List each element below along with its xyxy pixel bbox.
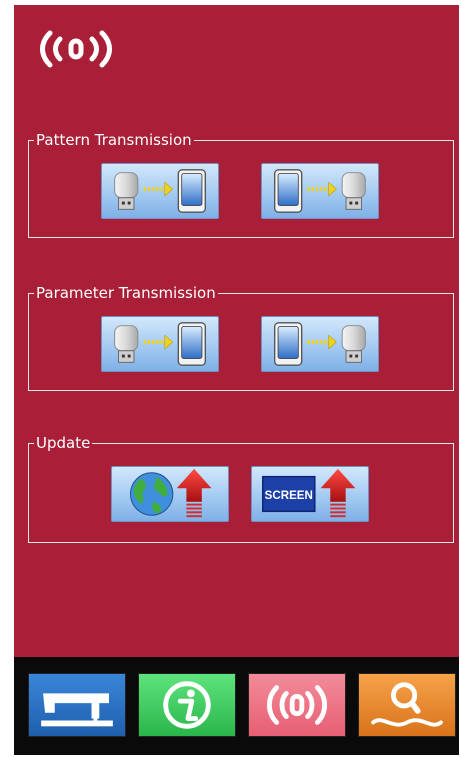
screen-label: SCREEN: [265, 490, 313, 502]
pattern-panel-to-usb-button[interactable]: [261, 163, 379, 219]
sewing-machine-icon: [41, 693, 113, 727]
wireless-signal-icon: [36, 27, 116, 71]
main-panel: Pattern Transmission Parameter Transmiss…: [14, 5, 459, 657]
parameter-panel-to-usb-button[interactable]: [261, 316, 379, 372]
bottom-nav-bar: [14, 657, 459, 755]
group-title: Pattern Transmission: [36, 131, 192, 149]
screen-update-button[interactable]: SCREEN: [251, 466, 369, 522]
update-group: Update: [28, 435, 454, 543]
firmware-update-button[interactable]: [111, 466, 229, 522]
info-nav-button[interactable]: [138, 673, 236, 737]
group-title: Parameter Transmission: [36, 284, 216, 302]
pattern-usb-to-panel-button[interactable]: [101, 163, 219, 219]
globe-upload-icon: [129, 468, 212, 518]
communication-nav-button[interactable]: [248, 673, 346, 737]
panel-to-usb-icon: [274, 322, 366, 366]
parameter-usb-to-panel-button[interactable]: [101, 316, 219, 372]
pattern-search-nav-button[interactable]: [358, 673, 456, 737]
group-title: Update: [36, 434, 91, 452]
pattern-search-icon: [371, 682, 443, 727]
sewing-machine-nav-button[interactable]: [28, 673, 126, 737]
device-screen: Pattern Transmission Parameter Transmiss…: [14, 5, 459, 755]
panel-to-usb-icon: [274, 169, 366, 213]
usb-to-panel-icon: [114, 169, 206, 213]
usb-to-panel-icon: [114, 322, 206, 366]
pattern-transmission-group: Pattern Transmission: [28, 132, 454, 238]
parameter-transmission-group: Parameter Transmission: [28, 285, 454, 391]
info-icon: [163, 681, 211, 729]
screen-upload-icon: SCREEN: [262, 468, 356, 518]
wireless-signal-icon: [266, 685, 328, 725]
